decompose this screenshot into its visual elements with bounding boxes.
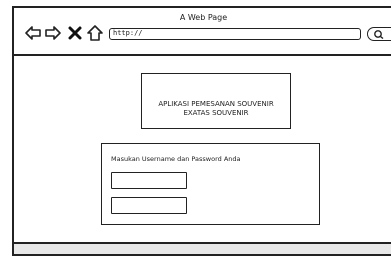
page-content: APLIKASI PEMESANAN SOUVENIR EXATAS SOUVE… [14, 56, 391, 242]
arrow-right-icon[interactable] [44, 24, 62, 42]
search-icon [374, 30, 384, 39]
address-bar[interactable]: http:// [109, 28, 361, 40]
app-title: APLIKASI PEMESANAN SOUVENIR EXATAS SOUVE… [142, 100, 290, 118]
arrow-left-icon[interactable] [24, 24, 42, 42]
status-bar [14, 242, 391, 254]
password-field[interactable] [111, 197, 187, 214]
window-title: A Web Page [179, 13, 228, 22]
app-title-line2: EXATAS SOUVENIR [183, 109, 249, 117]
browser-toolbar: A Web Page http:// [14, 8, 391, 56]
search-box[interactable] [367, 27, 391, 41]
login-prompt: Masukan Username dan Password Anda [111, 155, 241, 163]
close-icon[interactable] [66, 24, 84, 42]
app-title-box: APLIKASI PEMESANAN SOUVENIR EXATAS SOUVE… [141, 73, 291, 129]
app-title-line1: APLIKASI PEMESANAN SOUVENIR [158, 100, 274, 108]
home-icon[interactable] [86, 24, 104, 42]
browser-window: A Web Page http:// APLIKASI PEMESANAN SO… [12, 6, 391, 256]
login-form: Masukan Username dan Password Anda [101, 143, 320, 225]
username-field[interactable] [111, 172, 187, 189]
